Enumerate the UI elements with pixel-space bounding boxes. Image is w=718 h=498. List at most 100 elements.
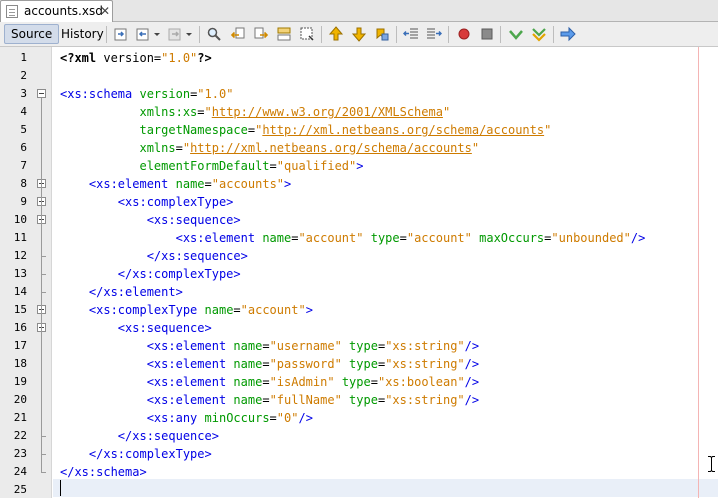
code-line[interactable]: targetNamespace= "http://xml.netbeans.org… (60, 121, 551, 139)
check-xml-icon[interactable] (507, 25, 525, 43)
line-number: 14 (13, 285, 27, 298)
fold-guide-line (41, 98, 42, 472)
code-token: = (269, 159, 277, 173)
code-editor[interactable]: 1 2 3 4 5 6 7 8 9 10 11 12 13 14 15 16 17 18 19 20 21 22 23 24 2… (0, 47, 718, 498)
code-token: = (175, 141, 183, 155)
find-previous-icon[interactable] (229, 25, 247, 43)
start-macro-icon[interactable] (455, 25, 473, 43)
code-token: name (262, 231, 292, 245)
code-token: name (175, 177, 205, 191)
code-line[interactable]: <xs:element name="fullName" type="xs:str… (60, 391, 479, 409)
fold-end-marker (41, 256, 46, 257)
shift-left-icon[interactable] (402, 25, 420, 43)
line-number: 8 (20, 177, 27, 190)
code-line[interactable]: elementFormDefault="qualified"> (60, 157, 363, 175)
code-line[interactable]: <?xml version="1.0"?> (60, 49, 212, 67)
code-token: <xs:any (146, 411, 198, 425)
toggle-highlight-icon[interactable] (298, 25, 316, 43)
code-line[interactable]: <xs:element name="username" type="xs:str… (60, 337, 479, 355)
code-token: "password" (269, 357, 342, 371)
shift-right-icon[interactable] (425, 25, 443, 43)
toolbar-separator (500, 26, 501, 43)
toolbar-separator (106, 26, 107, 43)
toolbar-separator (396, 26, 397, 43)
code-line[interactable]: <xs:element name="accounts"> (60, 175, 291, 193)
code-line[interactable]: <xs:element name="account" type="account… (60, 229, 646, 247)
line-number: 21 (13, 411, 27, 424)
find-next-icon[interactable] (252, 25, 270, 43)
code-token: "xs:boolean" (377, 375, 465, 389)
code-token: " (442, 105, 451, 119)
code-token: name (204, 303, 234, 317)
run-icon[interactable] (559, 25, 577, 43)
code-token: minOccurs (204, 411, 270, 425)
code-line[interactable]: <xs:complexType name="account"> (60, 301, 313, 319)
code-token: maxOccurs (479, 231, 545, 245)
fold-collapse-icon[interactable] (37, 89, 46, 98)
code-token: </xs:complexType> (117, 267, 241, 281)
code-line[interactable]: </xs:sequence> (60, 427, 219, 445)
forward-dropdown-chevron-icon[interactable] (184, 25, 194, 43)
code-line[interactable]: </xs:complexType> (60, 265, 241, 283)
code-token: "accounts" (211, 177, 285, 191)
code-token: = (262, 357, 270, 371)
code-token: = (370, 375, 378, 389)
code-line[interactable]: <xs:any minOccurs="0"/> (60, 409, 313, 427)
toggle-bookmark-icon[interactable] (373, 25, 391, 43)
history-view-button[interactable]: History (55, 24, 110, 44)
stop-macro-icon[interactable] (478, 25, 496, 43)
code-line[interactable]: </xs:complexType> (60, 445, 212, 463)
code-line[interactable]: </xs:sequence> (60, 247, 248, 265)
code-token: </xs:complexType> (88, 447, 212, 461)
code-token: <xs:schema (60, 87, 133, 101)
code-token: </xs:schema> (60, 465, 147, 479)
code-line[interactable]: <xs:element name="isAdmin" type="xs:bool… (60, 373, 479, 391)
find-selection-icon[interactable] (275, 25, 293, 43)
code-token: = (262, 393, 270, 407)
line-number-gutter: 1 2 3 4 5 6 7 8 9 10 11 12 13 14 15 16 17 18 19 20 21 22 23 24 2… (0, 47, 52, 498)
code-token: <xs:element (146, 339, 227, 353)
find-icon[interactable] (205, 25, 223, 43)
code-token: /> (464, 375, 480, 389)
close-tab-icon[interactable]: ✕ (99, 4, 111, 18)
code-line[interactable]: <xs:element name="password" type="xs:str… (60, 355, 479, 373)
code-line[interactable]: </xs:schema> (60, 463, 147, 481)
code-line[interactable]: <xs:sequence> (60, 319, 212, 337)
code-token: " (204, 105, 212, 119)
tab-accounts-xsd[interactable]: accounts.xsd ✕ (0, 0, 113, 22)
code-line[interactable]: xmlns:xs="http://www.w3.org/2001/XMLSche… (60, 103, 450, 121)
code-line[interactable]: <xs:schema version="1.0" (60, 85, 233, 103)
code-token: /> (464, 339, 480, 353)
code-token: <xs:sequence> (117, 321, 212, 335)
code-token: <xs:complexType (88, 303, 198, 317)
forward-icon[interactable] (166, 25, 184, 43)
code-token: "1.0" (197, 87, 234, 101)
code-token: http://xml.netbeans.org/schema/accounts (190, 141, 472, 155)
fold-end-marker (41, 292, 46, 293)
code-token: /> (464, 393, 480, 407)
last-edit-icon[interactable] (112, 25, 130, 43)
back-icon[interactable] (134, 25, 152, 43)
code-line[interactable]: xmlns= "http://xml.netbeans.org/schema/ac… (60, 139, 479, 157)
editor-toolbar: Source History (0, 22, 718, 47)
next-bookmark-icon[interactable] (350, 25, 368, 43)
validate-xml-icon[interactable] (530, 25, 548, 43)
code-line[interactable]: <xs:sequence> (60, 211, 241, 229)
previous-bookmark-icon[interactable] (327, 25, 345, 43)
source-view-button[interactable]: Source (4, 24, 60, 44)
code-token: xmlns (139, 141, 176, 155)
code-line[interactable]: </xs:element> (60, 283, 183, 301)
back-dropdown-chevron-icon[interactable] (152, 25, 162, 43)
code-token: = (204, 177, 212, 191)
code-token: " (471, 141, 480, 155)
code-token: name (233, 339, 263, 353)
code-line[interactable]: <xs:complexType> (60, 193, 234, 211)
